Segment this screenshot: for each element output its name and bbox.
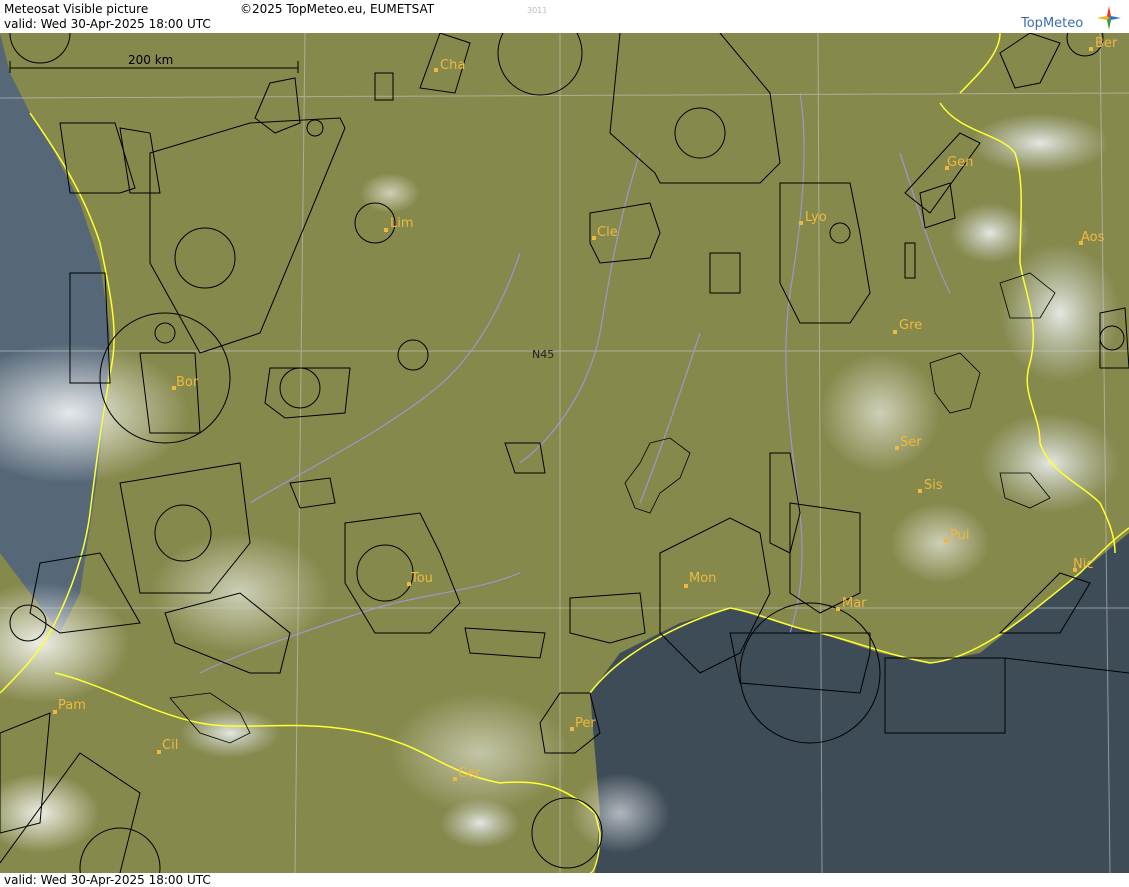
city-dot: [836, 607, 840, 611]
city-dot: [384, 228, 388, 232]
city-mar[interactable]: Mar: [842, 596, 867, 611]
city-pui[interactable]: Pui: [950, 528, 969, 543]
city-dot: [453, 777, 457, 781]
map-canvas: 200 km N45 Cha Lim Cle Lyo Gen Aos Gre B…: [0, 33, 1129, 873]
city-dot: [799, 221, 803, 225]
city-dot: [157, 750, 161, 754]
compass-icon: [1097, 6, 1121, 30]
city-dot: [592, 236, 596, 240]
city-lyo[interactable]: Lyo: [805, 210, 827, 225]
city-cer[interactable]: Cer: [458, 766, 481, 781]
footer-bar: valid: Wed 30-Apr-2025 18:00 UTC: [0, 873, 1129, 887]
copyright-text: ©2025 TopMeteo.eu, EUMETSAT: [240, 2, 435, 16]
satellite-map[interactable]: 200 km N45 Cha Lim Cle Lyo Gen Aos Gre B…: [0, 33, 1129, 873]
city-cha[interactable]: Cha: [440, 58, 465, 73]
city-lim[interactable]: Lim: [390, 216, 414, 231]
city-gre[interactable]: Gre: [899, 318, 922, 333]
city-dot: [570, 727, 574, 731]
city-cil[interactable]: Cil: [162, 738, 178, 753]
city-tou[interactable]: Tou: [410, 571, 433, 586]
footer-valid-time: valid: Wed 30-Apr-2025 18:00 UTC: [4, 873, 211, 887]
city-dot: [53, 710, 57, 714]
city-gen[interactable]: Gen: [947, 155, 973, 170]
city-ber[interactable]: Ber: [1095, 36, 1118, 51]
city-ser[interactable]: Ser: [900, 435, 922, 450]
city-pam[interactable]: Pam: [58, 698, 86, 713]
city-bor[interactable]: Bor: [176, 375, 199, 390]
topmeteo-logo[interactable]: TopMeteo: [1021, 6, 1121, 31]
city-dot: [944, 539, 948, 543]
city-nic[interactable]: Nic: [1073, 557, 1093, 572]
valid-time: valid: Wed 30-Apr-2025 18:00 UTC: [4, 17, 211, 31]
city-per[interactable]: Per: [575, 716, 596, 731]
scale-label: 200 km: [128, 53, 173, 67]
city-dot: [918, 489, 922, 493]
city-aos[interactable]: Aos: [1081, 230, 1105, 245]
city-dot: [895, 446, 899, 450]
city-mon[interactable]: Mon: [689, 571, 716, 586]
product-title: Meteosat Visible picture: [4, 2, 149, 16]
city-dot: [893, 330, 897, 334]
grid-label-n45: N45: [532, 348, 554, 361]
city-dot: [1089, 47, 1093, 51]
city-cle[interactable]: Cle: [597, 225, 618, 240]
city-dot: [434, 68, 438, 72]
logo-text: TopMeteo: [1021, 16, 1084, 31]
image-code: 3011: [527, 6, 548, 15]
city-dot: [684, 584, 688, 588]
header-bar: Meteosat Visible picture ©2025 TopMeteo.…: [0, 0, 1129, 33]
city-sis[interactable]: Sis: [924, 478, 943, 493]
